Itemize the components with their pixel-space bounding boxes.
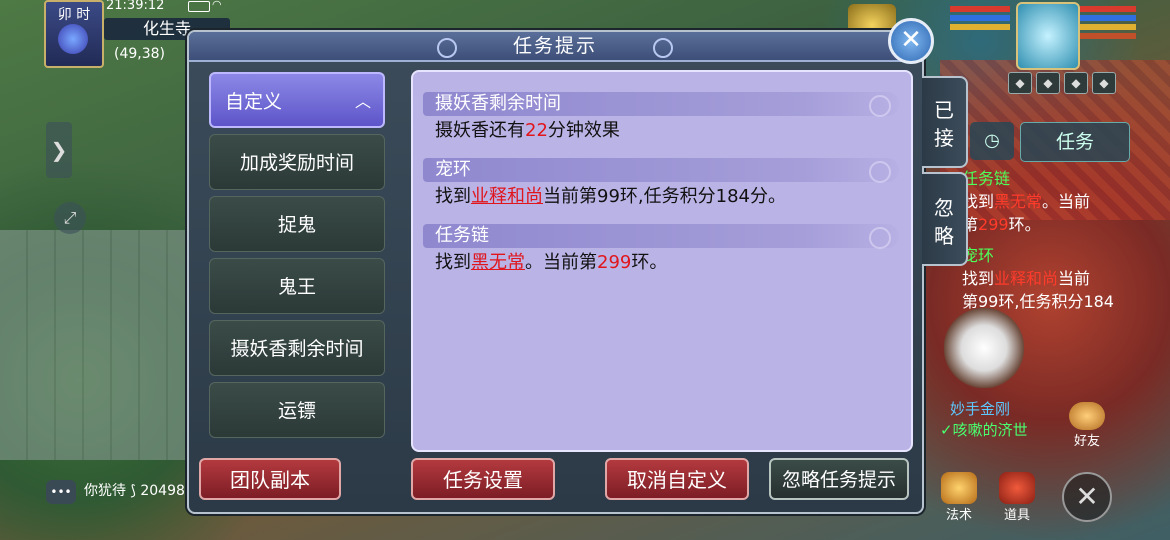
npc-title: ✓咳嗽的济世 <box>940 421 1028 439</box>
category-item[interactable]: 加成奖励时间 <box>209 134 385 190</box>
npc-name: 妙手金刚 <box>950 400 1011 418</box>
text-segment: 找到 <box>962 269 995 288</box>
text-segment: 。当前第 <box>525 252 597 273</box>
cancel-custom-button[interactable]: 取消自定义 <box>605 458 749 500</box>
background-wall <box>0 230 190 460</box>
category-item[interactable]: 运镖 <box>209 382 385 438</box>
team-dungeon-button[interactable]: 团队副本 <box>199 458 341 500</box>
tab-accepted-label: 已接 <box>934 98 954 150</box>
time-badge[interactable]: 卯 时 <box>44 0 104 68</box>
text-segment: 黑无常 <box>994 192 1043 211</box>
buff-icon[interactable]: ◆ <box>1092 72 1116 94</box>
skill-label: 法术 <box>945 508 972 523</box>
text-segment: 摄妖香还有 <box>435 120 525 141</box>
ignore-tips-button[interactable]: 忽略任务提示 <box>769 458 909 500</box>
friend-label: 好友 <box>1073 434 1100 449</box>
tab-accepted[interactable]: 已接 <box>922 76 968 168</box>
status-panel: 卯 时 21:39:12 ◠ 化生寺 (49,38) <box>44 0 230 68</box>
task-section: 任务链 找到黑无常。当前第299环。 <box>423 224 899 278</box>
tracker-line: 任务链 <box>962 168 1010 190</box>
section-body: 摄妖香还有22分钟效果 <box>423 116 899 146</box>
buff-icon[interactable]: ◆ <box>1064 72 1088 94</box>
task-section: 宠环 找到业释和尚当前第99环,任务积分184分。 <box>423 158 899 212</box>
text-segment: 当前第99环,任务积分184分。 <box>543 186 786 207</box>
buff-icon[interactable]: ◆ <box>1036 72 1060 94</box>
tracker-line: 第299环。 <box>962 214 1041 236</box>
npc-character[interactable] <box>944 308 1024 388</box>
section-body: 找到业释和尚当前第99环,任务积分184分。 <box>423 182 899 212</box>
category-item[interactable]: 摄妖香剩余时间 <box>209 320 385 376</box>
handshake-icon <box>1069 402 1105 430</box>
text-segment: 找到 <box>435 186 471 207</box>
moon-icon <box>58 24 88 54</box>
text-segment: 分钟效果 <box>547 120 620 141</box>
bell-icon <box>941 472 977 504</box>
text-segment: 业释和尚 <box>994 269 1059 288</box>
text-segment: 任务链 <box>962 169 1011 188</box>
category-item[interactable]: 自定义 ︿ <box>209 72 385 128</box>
collapse-arrow-icon[interactable]: ❯ <box>46 122 72 178</box>
pet-bars <box>950 6 1010 33</box>
text-segment: 找到 <box>435 252 471 273</box>
section-body: 找到黑无常。当前第299环。 <box>423 248 899 278</box>
task-tip-dialog: 任务提示 ✕ 自定义 ︿ 加成奖励时间 捉鬼 鬼王 摄妖香剩余时间 运镖 摄妖香剩余时间 摄妖… <box>187 18 934 514</box>
skill-button[interactable]: 法术 <box>934 472 984 523</box>
close-menu-icon[interactable]: ✕ <box>1062 472 1112 522</box>
buff-icons: ◆ ◆ ◆ ◆ <box>1008 72 1120 94</box>
chat-icon[interactable]: ••• <box>46 480 76 504</box>
chest-icon <box>999 472 1035 504</box>
task-settings-button[interactable]: 任务设置 <box>411 458 555 500</box>
section-title: 宠环 <box>423 158 899 183</box>
category-item[interactable]: 捉鬼 <box>209 196 385 252</box>
category-label: 运镖 <box>277 400 316 422</box>
expand-icon[interactable]: ⤢ <box>54 202 86 234</box>
close-button[interactable]: ✕ <box>888 18 934 64</box>
category-label: 鬼王 <box>277 276 316 298</box>
text-segment: 当前 <box>1058 269 1091 288</box>
text-segment: 环。 <box>1008 215 1041 234</box>
task-section: 摄妖香剩余时间 摄妖香还有22分钟效果 <box>423 92 899 146</box>
item-label: 道具 <box>1003 508 1030 523</box>
section-title: 任务链 <box>423 224 899 249</box>
battery-icon <box>188 1 210 12</box>
npc-link[interactable]: 黑无常 <box>471 252 525 273</box>
category-label: 加成奖励时间 <box>239 152 354 174</box>
player-avatar[interactable] <box>1016 2 1080 70</box>
player-hud <box>950 2 1136 72</box>
wifi-icon: ◠ <box>212 0 222 11</box>
shichen-label: 卯 时 <box>57 7 91 23</box>
chat-preview[interactable]: 你犹待 ⟆ 20498 <box>84 480 185 500</box>
text-segment: 。当前 <box>1042 192 1091 211</box>
text-segment: 22 <box>525 120 548 141</box>
section-title: 摄妖香剩余时间 <box>423 92 899 117</box>
chevron-up-icon[interactable]: ︿ <box>355 74 371 130</box>
tab-ignore[interactable]: 忽略 <box>922 172 968 266</box>
category-label: 捉鬼 <box>277 214 316 236</box>
category-item[interactable]: 鬼王 <box>209 258 385 314</box>
buff-icon[interactable]: ◆ <box>1008 72 1032 94</box>
clock: 21:39:12 <box>106 0 165 13</box>
coords: (49,38) <box>114 46 166 62</box>
tab-ignore-label: 忽略 <box>934 196 954 248</box>
text-segment: 299 <box>978 215 1009 234</box>
text-segment: 299 <box>597 252 632 273</box>
clock-icon[interactable]: ◷ <box>970 122 1014 160</box>
tracker-line: 找到业释和尚当前 <box>962 268 1090 290</box>
text-segment: 环。 <box>631 252 668 273</box>
tracker-line: 找到黑无常。当前 <box>962 191 1090 213</box>
dialog-title: 任务提示 <box>437 32 673 60</box>
category-label: 自定义 <box>225 91 283 113</box>
friend-button[interactable]: 好友 <box>1062 402 1112 452</box>
dialog-title-bar: 任务提示 <box>189 32 922 62</box>
task-content-panel[interactable]: 摄妖香剩余时间 摄妖香还有22分钟效果 宠环 找到业释和尚当前第99环,任务积分184… <box>411 70 913 452</box>
category-label: 摄妖香剩余时间 <box>230 338 364 360</box>
player-bars <box>1080 6 1136 42</box>
category-list[interactable]: 自定义 ︿ 加成奖励时间 捉鬼 鬼王 摄妖香剩余时间 运镖 <box>209 72 385 438</box>
item-button[interactable]: 道具 <box>992 472 1042 523</box>
task-tab[interactable]: 任务 <box>1020 122 1130 162</box>
npc-link[interactable]: 业释和尚 <box>471 186 543 207</box>
